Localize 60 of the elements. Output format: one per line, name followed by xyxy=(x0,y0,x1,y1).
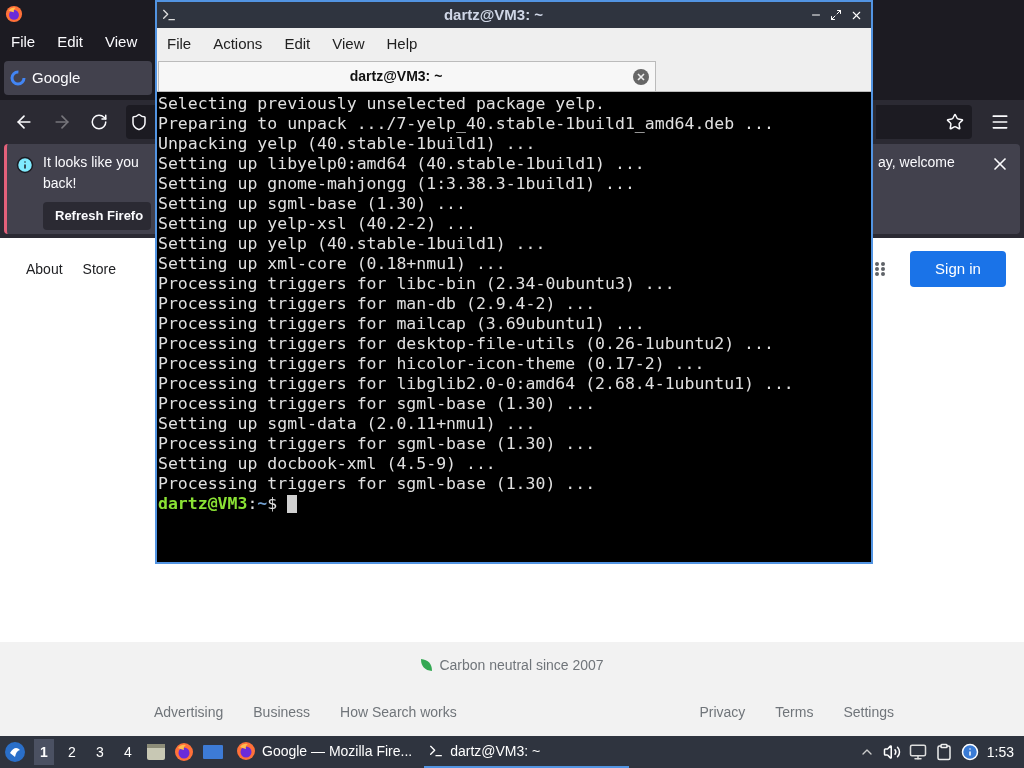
footer-link[interactable]: Privacy xyxy=(699,701,746,723)
menu-item[interactable]: Help xyxy=(386,32,418,56)
menu-item[interactable]: Actions xyxy=(213,32,263,56)
header-link[interactable]: About xyxy=(26,258,63,280)
footer-link[interactable]: Terms xyxy=(775,701,814,723)
output-line: Setting up libyelp0:amd64 (40.stable-1build1) ... xyxy=(158,154,645,174)
prompt-separator: : xyxy=(247,494,258,514)
workspace-button[interactable]: 2 xyxy=(62,739,82,765)
clock[interactable]: 1:53 xyxy=(986,741,1014,763)
browser-tab[interactable]: Google xyxy=(4,61,152,95)
taskbar-task[interactable]: dartz@VM3: ~ xyxy=(424,736,630,768)
output-line: Setting up gnome-mahjongg (1:3.38.3-1build1) ... xyxy=(158,174,635,194)
prompt-path: ~ xyxy=(257,494,268,514)
task-label: Google — Mozilla Fire... xyxy=(262,741,413,761)
output-line: Setting up sgml-base (1.30) ... xyxy=(158,194,466,214)
footer-link[interactable]: Settings xyxy=(843,701,894,723)
menu-item[interactable]: View xyxy=(332,32,365,56)
prompt-user-host: dartz@VM3 xyxy=(158,494,248,514)
prompt-symbol: $ xyxy=(267,494,278,514)
output-line: Setting up sgml-data (2.0.11+nmu1) ... xyxy=(158,414,536,434)
footer-link[interactable]: Business xyxy=(253,701,311,723)
notification-text: back! xyxy=(43,174,77,193)
task-label: dartz@VM3: ~ xyxy=(450,741,541,761)
output-line: Setting up xml-core (0.18+nmu1) ... xyxy=(158,254,506,274)
notification-text: It looks like you xyxy=(43,153,139,172)
menu-item[interactable]: File xyxy=(167,32,192,56)
output-line: Preparing to unpack .../7-yelp_40.stable-1build1_amd64.deb ... xyxy=(158,114,774,134)
output-line: Processing triggers for sgml-base (1.30) ... xyxy=(158,394,596,414)
workspace-button[interactable]: 4 xyxy=(118,739,138,765)
output-line: Processing triggers for desktop-file-utils (0.26-1ubuntu2) ... xyxy=(158,334,774,354)
footer-link[interactable]: Advertising xyxy=(154,701,224,723)
carbon-neutral-text: Carbon neutral since 2007 xyxy=(439,655,604,675)
output-line: Processing triggers for man-db (2.9.4-2) ... xyxy=(158,294,596,314)
notification-text: ay, welcome xyxy=(878,153,955,172)
sign-in-button[interactable]: Sign in xyxy=(910,251,1006,287)
workspace-button[interactable]: 3 xyxy=(90,739,110,765)
output-line: Unpacking yelp (40.stable-1build1) ... xyxy=(158,134,536,154)
menu-item[interactable]: Edit xyxy=(57,30,84,54)
menu-item[interactable]: Edit xyxy=(284,32,311,56)
footer-link[interactable]: How Search works xyxy=(340,701,457,723)
refresh-button[interactable]: Refresh Firefo xyxy=(43,202,151,230)
header-link[interactable]: Store xyxy=(82,258,117,280)
tab-title: dartz@VM3: ~ xyxy=(348,67,444,86)
output-line: Selecting previously unselected package yelp. xyxy=(158,94,606,114)
menu-item[interactable]: File xyxy=(11,30,36,54)
taskbar-task[interactable]: Google — Mozilla Fire... xyxy=(232,736,417,768)
workspace-button[interactable]: 1 xyxy=(34,739,54,765)
output-line: Processing triggers for mailcap (3.69ubuntu1) ... xyxy=(158,314,645,334)
terminal-tab[interactable]: dartz@VM3: ~ xyxy=(158,61,656,91)
output-line: Processing triggers for hicolor-icon-theme (0.17-2) ... xyxy=(158,354,705,374)
output-line: Processing triggers for sgml-base (1.30) ... xyxy=(158,474,596,494)
output-line: Processing triggers for sgml-base (1.30) ... xyxy=(158,434,596,454)
output-line: Setting up yelp-xsl (40.2-2) ... xyxy=(158,214,476,234)
output-line: Setting up docbook-xml (4.5-9) ... xyxy=(158,454,496,474)
output-line: Processing triggers for libglib2.0-0:amd64 (2.68.4-1ubuntu1) ... xyxy=(158,374,794,394)
output-line: Processing triggers for libc-bin (2.34-0ubuntu3) ... xyxy=(158,274,675,294)
tab-title: Google xyxy=(32,67,81,88)
menu-item[interactable]: View xyxy=(105,30,138,54)
output-line: Setting up yelp (40.stable-1build1) ... xyxy=(158,234,546,254)
window-title: dartz@VM3: ~ xyxy=(442,4,545,25)
